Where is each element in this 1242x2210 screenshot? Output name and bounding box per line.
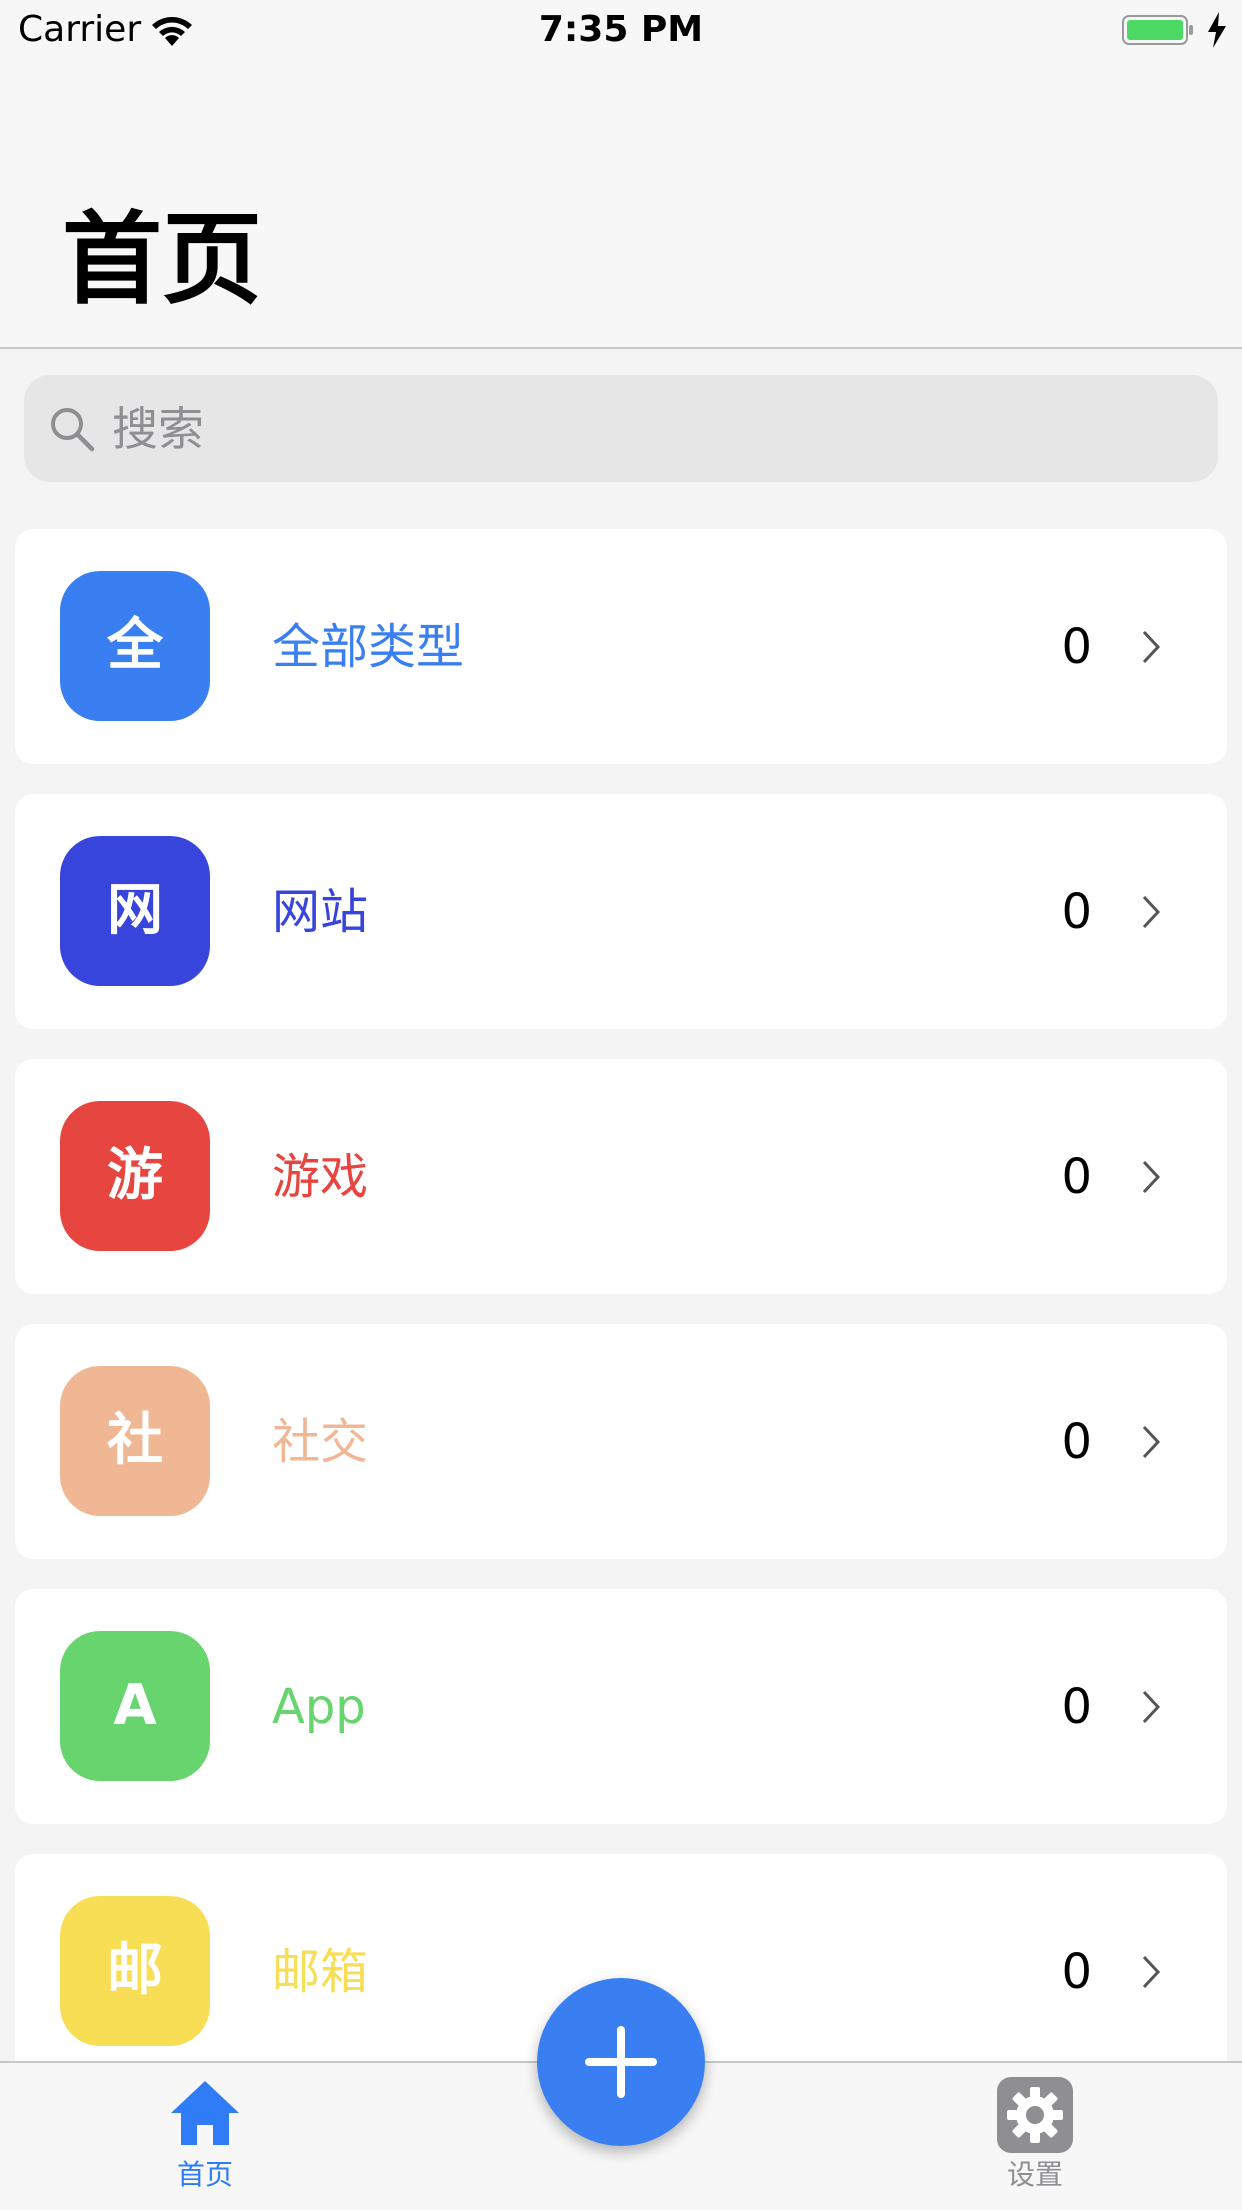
category-count: 0	[1061, 1414, 1092, 1470]
tab-settings-label: 设置	[1006, 2158, 1063, 2191]
category-label: 游戏	[272, 1149, 369, 1205]
tab-settings[interactable]: 设置	[970, 2077, 1100, 2202]
page-title: 首页	[62, 201, 262, 318]
category-badge: 网	[60, 836, 210, 986]
tab-home[interactable]: 首页	[140, 2077, 270, 2202]
category-badge: 游	[60, 1101, 210, 1251]
category-count: 0	[1061, 1149, 1092, 1205]
chevron-right-icon	[1142, 1955, 1161, 1989]
gear-icon	[997, 2077, 1073, 2153]
category-badge: 社	[60, 1366, 210, 1516]
status-time: 7:35 PM	[538, 9, 704, 50]
category-label: App	[272, 1679, 366, 1735]
list-item-games[interactable]: 游 游戏 0	[15, 1059, 1227, 1294]
chevron-right-icon	[1142, 895, 1161, 929]
category-label: 全部类型	[272, 619, 465, 675]
category-label: 邮箱	[272, 1944, 369, 2000]
list-item-social[interactable]: 社 社交 0	[15, 1324, 1227, 1559]
search-input[interactable]: 搜索	[112, 403, 204, 455]
bolt-icon	[1208, 12, 1226, 48]
status-bar: Carrier 7:35 PM	[0, 0, 1242, 60]
chevron-right-icon	[1142, 1160, 1161, 1194]
category-count: 0	[1061, 1679, 1092, 1735]
add-button[interactable]	[537, 1978, 705, 2146]
category-label: 社交	[272, 1414, 369, 1470]
category-list: 全 全部类型 0 网 网站 0 游 游戏 0 社 社交 0 A App 0 邮 …	[15, 529, 1227, 2119]
nav-header: 首页	[0, 60, 1242, 349]
search-bar[interactable]: 搜索	[24, 375, 1218, 482]
list-item-app[interactable]: A App 0	[15, 1589, 1227, 1824]
category-count: 0	[1061, 619, 1092, 675]
chevron-right-icon	[1142, 1425, 1161, 1459]
category-label: 网站	[272, 884, 369, 940]
list-item-all-types[interactable]: 全 全部类型 0	[15, 529, 1227, 764]
list-item-websites[interactable]: 网 网站 0	[15, 794, 1227, 1029]
category-badge: 全	[60, 571, 210, 721]
plus-icon	[585, 2026, 657, 2098]
chevron-right-icon	[1142, 630, 1161, 664]
category-badge: A	[60, 1631, 210, 1781]
battery-icon	[1122, 15, 1193, 45]
chevron-right-icon	[1142, 1690, 1161, 1724]
category-badge: 邮	[60, 1896, 210, 2046]
home-icon	[171, 2081, 239, 2145]
category-count: 0	[1061, 884, 1092, 940]
category-count: 0	[1061, 1944, 1092, 2000]
search-icon	[51, 408, 95, 452]
tab-home-label: 首页	[176, 2158, 233, 2191]
